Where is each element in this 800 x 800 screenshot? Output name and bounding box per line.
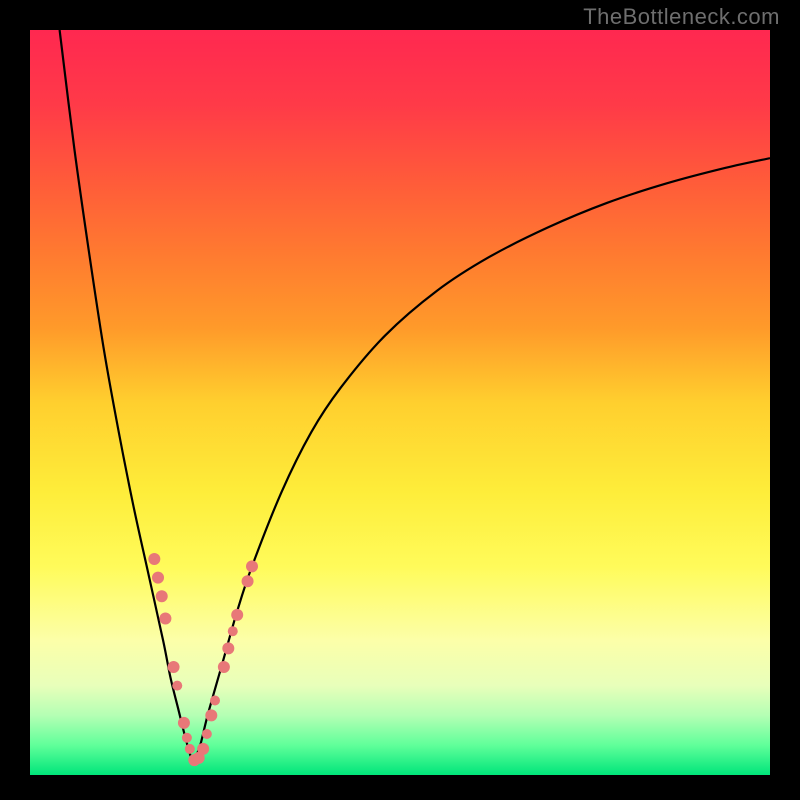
marker-dot [246,560,258,572]
chart-plot-area [30,30,770,775]
marker-dot [222,642,234,654]
marker-dot [228,626,238,636]
marker-dot [172,681,182,691]
marker-dot [205,709,217,721]
marker-dot [182,733,192,743]
marker-group [148,553,258,766]
marker-dot [168,661,180,673]
marker-dot [210,696,220,706]
marker-dot [159,613,171,625]
marker-dot [231,609,243,621]
marker-dot [148,553,160,565]
watermark-text: TheBottleneck.com [583,4,780,30]
marker-dot [197,743,209,755]
marker-dot [156,590,168,602]
marker-dot [202,729,212,739]
curve-right [193,158,770,764]
curve-left [60,30,193,764]
marker-dot [242,575,254,587]
marker-dot [218,661,230,673]
marker-dot [178,717,190,729]
marker-dot [185,744,195,754]
chart-svg [30,30,770,775]
marker-dot [152,572,164,584]
